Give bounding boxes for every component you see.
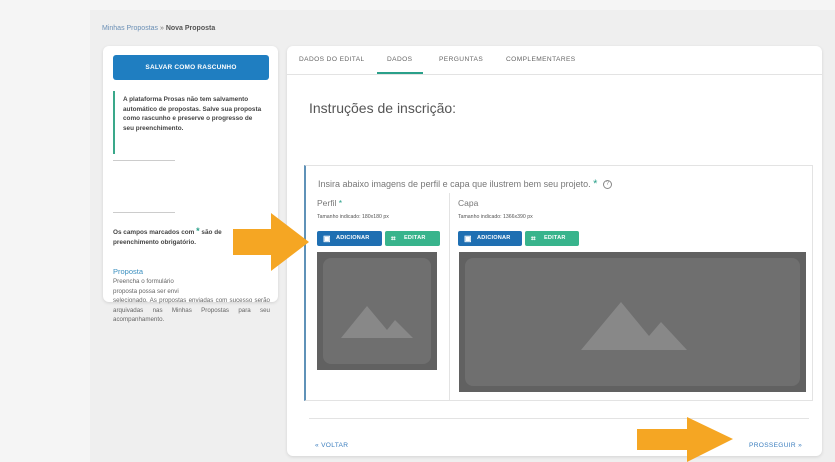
cover-add-label: ADICIONAR — [477, 235, 511, 241]
profile-label: Perfil * — [317, 198, 342, 208]
image-add-icon: ▣ — [464, 234, 472, 243]
upload-required-star: * — [593, 178, 598, 190]
proposta-text: Preencha o formulário proposta possa ser… — [113, 277, 270, 325]
breadcrumb: Minhas Propostas » Nova Proposta — [102, 25, 215, 32]
tab-complementares[interactable]: COMPLEMENTARES — [506, 56, 576, 63]
save-draft-button[interactable]: SALVAR COMO RASCUNHO — [113, 55, 269, 80]
profile-edit-button[interactable]: ⌗ EDITAR — [385, 231, 440, 246]
cover-label: Capa — [458, 198, 479, 208]
help-icon[interactable]: ? — [602, 180, 612, 190]
tab-perguntas[interactable]: PERGUNTAS — [439, 56, 483, 63]
active-tab-indicator — [377, 72, 423, 74]
section-title: Instruções de inscrição: — [309, 100, 457, 116]
proposta-title: Proposta — [113, 267, 144, 276]
footer-divider — [309, 418, 809, 419]
profile-add-label: ADICIONAR — [336, 235, 370, 241]
profile-label-text: Perfil — [317, 198, 337, 208]
divider — [113, 160, 175, 161]
cover-size-hint: Tamanho indicado: 1366x390 px — [458, 214, 533, 220]
cover-add-button[interactable]: ▣ ADICIONAR — [458, 231, 522, 246]
profile-edit-label: EDITAR — [404, 235, 426, 241]
required-prefix: Os campos marcados com — [113, 229, 195, 236]
profile-required-star: * — [338, 198, 343, 208]
arrow-right-icon — [233, 213, 309, 271]
proposta-text-line-2: proposta possa ser envi — [113, 287, 179, 295]
divider — [113, 212, 175, 213]
arrow-right-icon — [637, 417, 733, 462]
proposta-text-line-1: Preencha o formulário — [113, 278, 174, 285]
crop-icon: ⌗ — [391, 234, 396, 243]
main-card: DADOS DO EDITAL DADOS PERGUNTAS COMPLEME… — [287, 46, 822, 456]
tab-dados-do-edital[interactable]: DADOS DO EDITAL — [299, 56, 365, 63]
profile-size-hint: Tamanho indicado: 180x180 px — [317, 214, 389, 220]
cover-image-preview[interactable] — [459, 252, 806, 392]
tab-dados[interactable]: DADOS — [387, 56, 412, 63]
breadcrumb-separator: » — [158, 25, 166, 32]
profile-image-preview[interactable] — [317, 252, 437, 370]
image-add-icon: ▣ — [323, 234, 331, 243]
back-link[interactable]: « VOLTAR — [315, 442, 348, 449]
tab-bar: DADOS DO EDITAL DADOS PERGUNTAS COMPLEME… — [287, 46, 822, 75]
image-upload-section: Insira abaixo imagens de perfil e capa q… — [304, 165, 813, 401]
column-separator — [449, 193, 450, 400]
crop-icon: ⌗ — [531, 234, 536, 243]
required-star: * — [196, 226, 200, 236]
upload-instructions: Insira abaixo imagens de perfil e capa q… — [318, 178, 612, 190]
image-placeholder-icon — [341, 306, 413, 338]
cover-edit-label: EDITAR — [544, 235, 566, 241]
cover-edit-button[interactable]: ⌗ EDITAR — [525, 231, 579, 246]
breadcrumb-current: Nova Proposta — [165, 25, 216, 32]
proposta-text-line-3: selecionado. As propostas enviadas com s… — [113, 297, 270, 324]
proceed-link[interactable]: PROSSEGUIR » — [749, 442, 802, 449]
autosave-notice: A plataforma Prosas não tem salvamento a… — [113, 91, 269, 154]
upload-intro-text: Insira abaixo imagens de perfil e capa q… — [318, 179, 591, 189]
image-placeholder-icon — [581, 302, 687, 350]
breadcrumb-link-minhas-propostas[interactable]: Minhas Propostas — [102, 25, 158, 32]
profile-add-button[interactable]: ▣ ADICIONAR — [317, 231, 382, 246]
